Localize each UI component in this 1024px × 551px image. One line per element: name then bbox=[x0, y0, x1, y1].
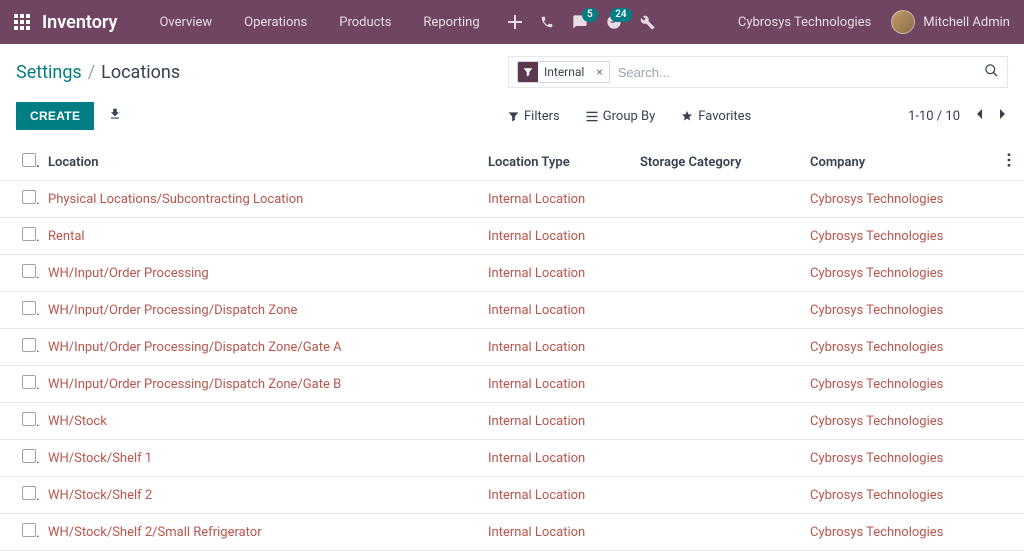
table-row[interactable]: WH/Input/Order Processing/Dispatch Zone/… bbox=[0, 329, 1024, 366]
messages-icon[interactable]: 5 bbox=[572, 14, 588, 30]
activities-badge: 24 bbox=[610, 8, 631, 22]
facet-remove[interactable]: × bbox=[590, 65, 608, 79]
row-checkbox[interactable] bbox=[22, 523, 36, 537]
row-checkbox[interactable] bbox=[22, 301, 36, 315]
search-input[interactable] bbox=[616, 64, 978, 81]
search-icon[interactable] bbox=[984, 63, 999, 82]
location-link[interactable]: WH/Input/Order Processing bbox=[48, 266, 209, 281]
table-row[interactable]: WH/Stock Internal Location Cybrosys Techno… bbox=[0, 403, 1024, 440]
col-type[interactable]: Location Type bbox=[480, 144, 632, 181]
table-row[interactable]: WH/Input/Order Processing/Dispatch Zone I… bbox=[0, 292, 1024, 329]
avatar bbox=[891, 10, 915, 34]
filters-label: Filters bbox=[524, 109, 560, 124]
company-link[interactable]: Cybrosys Technologies bbox=[810, 377, 943, 392]
create-button[interactable]: CREATE bbox=[16, 102, 94, 130]
row-checkbox[interactable] bbox=[22, 227, 36, 241]
row-checkbox[interactable] bbox=[22, 264, 36, 278]
location-type[interactable]: Internal Location bbox=[488, 192, 585, 207]
user-name: Mitchell Admin bbox=[923, 15, 1010, 30]
apps-icon[interactable] bbox=[14, 14, 30, 30]
row-checkbox[interactable] bbox=[22, 486, 36, 500]
search-box[interactable]: Internal × bbox=[508, 56, 1008, 88]
breadcrumb-root[interactable]: Settings bbox=[16, 62, 82, 83]
location-link[interactable]: Rental bbox=[48, 229, 85, 244]
table-row[interactable]: WH/Stock/Shelf 2/Small Refrigerator Inter… bbox=[0, 514, 1024, 551]
locations-table: Location Location Type Storage Category … bbox=[0, 144, 1024, 551]
location-type[interactable]: Internal Location bbox=[488, 340, 585, 355]
company-link[interactable]: Cybrosys Technologies bbox=[810, 340, 943, 355]
location-link[interactable]: WH/Stock bbox=[48, 414, 107, 429]
location-type[interactable]: Internal Location bbox=[488, 229, 585, 244]
nav-products[interactable]: Products bbox=[327, 15, 403, 30]
company-link[interactable]: Cybrosys Technologies bbox=[810, 414, 943, 429]
nav-operations[interactable]: Operations bbox=[232, 15, 319, 30]
col-storage[interactable]: Storage Category bbox=[632, 144, 802, 181]
filters-button[interactable]: Filters bbox=[508, 109, 560, 124]
company-link[interactable]: Cybrosys Technologies bbox=[810, 192, 943, 207]
location-type[interactable]: Internal Location bbox=[488, 451, 585, 466]
table-row[interactable]: WH/Stock/Shelf 2 Internal Location Cybrosy… bbox=[0, 477, 1024, 514]
nav-overview[interactable]: Overview bbox=[147, 15, 224, 30]
location-link[interactable]: Physical Locations/Subcontracting Locati… bbox=[48, 192, 303, 207]
favorites-button[interactable]: Favorites bbox=[681, 109, 751, 124]
location-link[interactable]: WH/Input/Order Processing/Dispatch Zone/… bbox=[48, 377, 341, 392]
favorites-label: Favorites bbox=[698, 109, 751, 124]
select-all-checkbox[interactable] bbox=[22, 153, 36, 167]
company-link[interactable]: Cybrosys Technologies bbox=[810, 229, 943, 244]
breadcrumb-separator: / bbox=[88, 62, 95, 83]
location-link[interactable]: WH/Input/Order Processing/Dispatch Zone/… bbox=[48, 340, 342, 355]
location-link[interactable]: WH/Stock/Shelf 1 bbox=[48, 451, 152, 466]
col-location[interactable]: Location bbox=[40, 144, 480, 181]
pager-count[interactable]: 1-10 / 10 bbox=[908, 109, 960, 124]
row-checkbox[interactable] bbox=[22, 190, 36, 204]
table-row[interactable]: Rental Internal Location Cybrosys Technolo… bbox=[0, 218, 1024, 255]
search-facet: Internal × bbox=[517, 61, 610, 83]
table-row[interactable]: WH/Input/Order Processing Internal Locati… bbox=[0, 255, 1024, 292]
company-link[interactable]: Cybrosys Technologies bbox=[810, 451, 943, 466]
pager-next[interactable] bbox=[998, 108, 1008, 124]
col-company[interactable]: Company bbox=[802, 144, 994, 181]
filter-icon bbox=[518, 62, 538, 82]
company-link[interactable]: Cybrosys Technologies bbox=[810, 266, 943, 281]
location-type[interactable]: Internal Location bbox=[488, 303, 585, 318]
phone-icon[interactable] bbox=[540, 15, 554, 29]
location-type[interactable]: Internal Location bbox=[488, 377, 585, 392]
company-link[interactable]: Cybrosys Technologies bbox=[810, 525, 943, 540]
location-link[interactable]: WH/Stock/Shelf 2/Small Refrigerator bbox=[48, 525, 262, 540]
location-link[interactable]: WH/Input/Order Processing/Dispatch Zone bbox=[48, 303, 297, 318]
breadcrumb: Settings / Locations bbox=[16, 62, 180, 83]
row-checkbox[interactable] bbox=[22, 412, 36, 426]
location-type[interactable]: Internal Location bbox=[488, 414, 585, 429]
table-row[interactable]: WH/Stock/Shelf 1 Internal Location Cybrosy… bbox=[0, 440, 1024, 477]
app-title[interactable]: Inventory bbox=[42, 12, 117, 33]
company-switcher[interactable]: Cybrosys Technologies bbox=[738, 15, 871, 30]
pager-prev[interactable] bbox=[974, 108, 984, 124]
location-link[interactable]: WH/Stock/Shelf 2 bbox=[48, 488, 152, 503]
facet-label: Internal bbox=[538, 65, 590, 79]
plus-icon[interactable] bbox=[508, 15, 522, 29]
table-row[interactable]: WH/Input/Order Processing/Dispatch Zone/… bbox=[0, 366, 1024, 403]
user-menu[interactable]: Mitchell Admin bbox=[891, 10, 1010, 34]
activities-icon[interactable]: 24 bbox=[606, 14, 622, 30]
export-button[interactable] bbox=[108, 107, 122, 125]
location-type[interactable]: Internal Location bbox=[488, 525, 585, 540]
groupby-label: Group By bbox=[603, 109, 656, 124]
row-checkbox[interactable] bbox=[22, 338, 36, 352]
table-row[interactable]: Physical Locations/Subcontracting Locati… bbox=[0, 181, 1024, 218]
location-type[interactable]: Internal Location bbox=[488, 266, 585, 281]
row-checkbox[interactable] bbox=[22, 449, 36, 463]
location-type[interactable]: Internal Location bbox=[488, 488, 585, 503]
groupby-button[interactable]: Group By bbox=[586, 109, 656, 124]
row-checkbox[interactable] bbox=[22, 375, 36, 389]
messages-badge: 5 bbox=[582, 8, 598, 22]
nav-reporting[interactable]: Reporting bbox=[411, 15, 491, 30]
company-link[interactable]: Cybrosys Technologies bbox=[810, 488, 943, 503]
column-options[interactable] bbox=[994, 144, 1024, 181]
control-panel: Settings / Locations Internal × CREAT bbox=[0, 44, 1024, 130]
company-link[interactable]: Cybrosys Technologies bbox=[810, 303, 943, 318]
wrench-icon[interactable] bbox=[640, 15, 655, 30]
breadcrumb-leaf: Locations bbox=[101, 62, 180, 83]
top-nav: Inventory Overview Operations Products R… bbox=[0, 0, 1024, 44]
